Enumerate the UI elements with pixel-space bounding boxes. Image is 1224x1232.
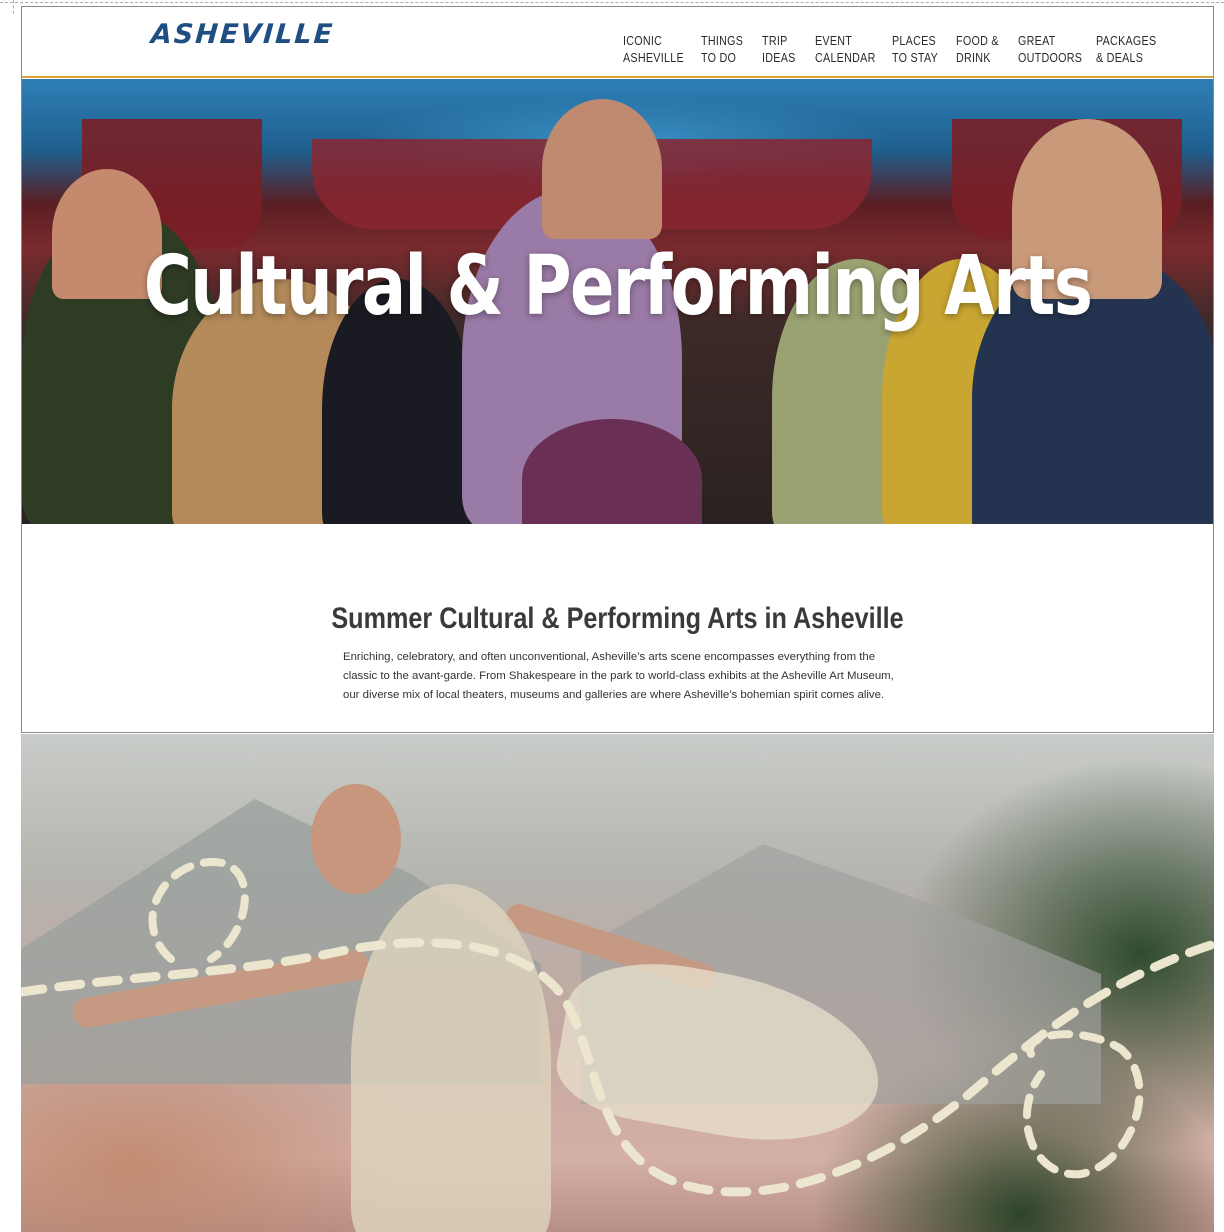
nav-item-things-to-do[interactable]: THINGS TO DO (701, 33, 743, 67)
main-nav: ICONIC ASHEVILLE THINGS TO DO TRIP IDEAS… (22, 33, 1213, 73)
nav-label-line2: & DEALS (1096, 51, 1144, 65)
intro-body: Enriching, celebratory, and often unconv… (343, 651, 894, 702)
nav-item-event-calendar[interactable]: EVENT CALENDAR (815, 33, 876, 67)
page-top-border (0, 2, 1224, 3)
nav-label-line1: EVENT (815, 34, 853, 48)
nav-item-iconic-asheville[interactable]: ICONIC ASHEVILLE (623, 33, 684, 67)
nav-label-line2: TO DO (701, 51, 737, 65)
nav-label-line1: GREAT (1018, 34, 1056, 48)
nav-item-trip-ideas[interactable]: TRIP IDEAS (762, 33, 796, 67)
nav-label-line1: THINGS (701, 34, 744, 48)
nav-item-packages-deals[interactable]: PACKAGES & DEALS (1096, 33, 1156, 67)
nav-label-line2: IDEAS (762, 51, 796, 65)
nav-label-line2: TO STAY (892, 51, 939, 65)
intro-section: Summer Cultural & Performing Arts in Ash… (22, 524, 1213, 732)
site-header: ASHEVILLE ICONIC ASHEVILLE THINGS TO DO … (22, 7, 1213, 78)
nav-item-places-to-stay[interactable]: PLACES TO STAY (892, 33, 938, 67)
nav-label-line1: ICONIC (623, 34, 663, 48)
nav-item-great-outdoors[interactable]: GREAT OUTDOORS (1018, 33, 1082, 67)
nav-label-line2: OUTDOORS (1018, 51, 1083, 65)
hero-photo-performer-head (542, 99, 662, 239)
nav-label-line1: FOOD & (956, 34, 999, 48)
nav-label-line1: PLACES (892, 34, 936, 48)
hero-banner: Cultural & Performing Arts (22, 79, 1213, 524)
dancer-feature-image (21, 734, 1214, 1232)
nav-label-line1: PACKAGES (1096, 34, 1157, 48)
nav-label-line2: DRINK (956, 51, 991, 65)
nav-label-line2: CALENDAR (815, 51, 876, 65)
hero-title: Cultural & Performing Arts (143, 239, 1093, 334)
page-corner-marker (0, 0, 14, 14)
nav-item-food-drink[interactable]: FOOD & DRINK (956, 33, 999, 67)
nav-label-line2: ASHEVILLE (623, 51, 684, 65)
intro-heading: Summer Cultural & Performing Arts in Ash… (331, 602, 904, 635)
page-frame: ASHEVILLE ICONIC ASHEVILLE THINGS TO DO … (21, 6, 1214, 733)
decorative-dashed-swirl (21, 857, 1214, 1197)
nav-label-line1: TRIP (762, 34, 788, 48)
